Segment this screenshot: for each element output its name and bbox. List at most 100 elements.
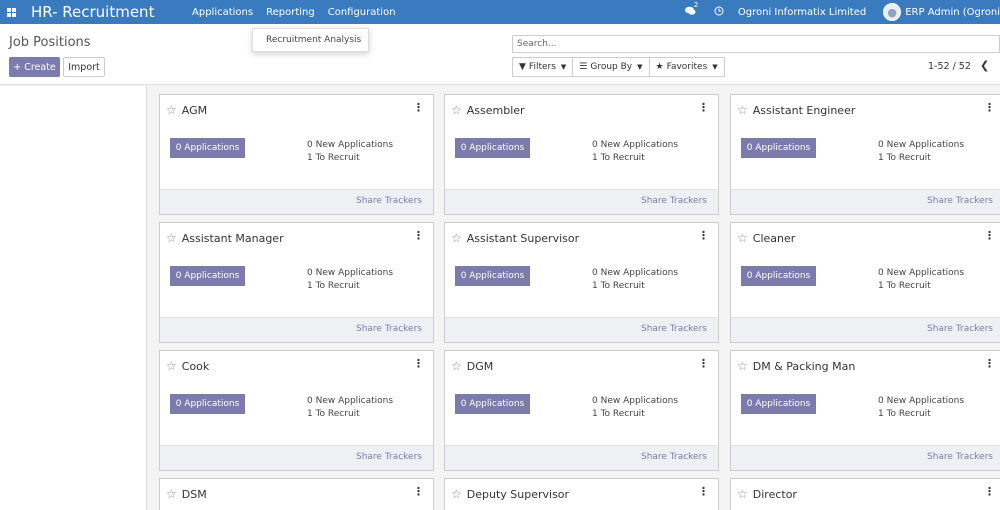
create-button[interactable]: + Create — [9, 57, 60, 77]
job-title[interactable]: DM & Packing Man — [753, 360, 856, 373]
main-menu: Applications Reporting Configuration — [192, 7, 409, 18]
star-icon[interactable]: ☆ — [451, 359, 462, 373]
new-applications-link[interactable]: 0 New Applications — [592, 139, 678, 152]
grid-icon[interactable] — [0, 0, 22, 24]
job-title[interactable]: Deputy Supervisor — [467, 488, 569, 501]
job-title[interactable]: Director — [753, 488, 797, 501]
more-options-icon[interactable]: ⋮ — [984, 485, 995, 498]
job-card[interactable]: ☆ Assembler ⋮ 0 Applications 0 New Applic… — [444, 94, 719, 215]
star-icon[interactable]: ☆ — [166, 103, 177, 117]
job-card[interactable]: ☆ Assistant Supervisor ⋮ 0 Applications 0… — [444, 222, 719, 343]
more-options-icon[interactable]: ⋮ — [413, 101, 424, 114]
job-card[interactable]: ☆ DGM ⋮ 0 Applications 0 New Applications… — [444, 350, 719, 471]
more-options-icon[interactable]: ⋮ — [413, 485, 424, 498]
job-card[interactable]: ☆ Assistant Engineer ⋮ 0 Applications 0 N… — [730, 94, 1000, 215]
job-title[interactable]: AGM — [182, 104, 207, 117]
share-trackers-link[interactable]: Share Trackers — [356, 452, 422, 462]
groupby-button[interactable]: ☰ Group By ▼ — [572, 57, 650, 77]
card-title-wrap: ☆ DM & Packing Man — [737, 359, 855, 373]
job-title[interactable]: Cleaner — [753, 232, 796, 245]
pager-value[interactable]: 1-52 / 52 — [928, 61, 971, 72]
clock-icon[interactable] — [714, 6, 724, 19]
applications-button[interactable]: 0 Applications — [741, 138, 816, 158]
new-applications-link[interactable]: 0 New Applications — [592, 267, 678, 280]
search-input[interactable]: Search... — [512, 35, 1000, 53]
job-card[interactable]: ☆ Assistant Manager ⋮ 0 Applications 0 Ne… — [159, 222, 434, 343]
filters-button[interactable]: ▼ Filters ▼ — [512, 57, 574, 77]
star-icon[interactable]: ☆ — [451, 487, 462, 501]
star-icon[interactable]: ☆ — [451, 103, 462, 117]
card-footer: Share Trackers — [160, 189, 433, 214]
star-icon[interactable]: ☆ — [737, 231, 748, 245]
chevron-left-icon[interactable]: ❮ — [980, 59, 989, 72]
share-trackers-link[interactable]: Share Trackers — [927, 452, 993, 462]
applications-button[interactable]: 0 Applications — [741, 266, 816, 286]
share-trackers-link[interactable]: Share Trackers — [641, 324, 707, 334]
user-menu[interactable]: ERP Admin (Ogroni — [905, 7, 1000, 18]
new-applications-link[interactable]: 0 New Applications — [307, 267, 393, 280]
card-footer: Share Trackers — [160, 445, 433, 470]
star-icon[interactable]: ☆ — [166, 359, 177, 373]
menu-configuration[interactable]: Configuration — [328, 7, 396, 18]
job-title[interactable]: DGM — [467, 360, 494, 373]
job-title[interactable]: Assistant Manager — [182, 232, 284, 245]
star-icon[interactable]: ☆ — [737, 487, 748, 501]
job-card[interactable]: ☆ Director ⋮ — [730, 478, 1000, 510]
new-applications-link[interactable]: 0 New Applications — [307, 395, 393, 408]
job-card[interactable]: ☆ Deputy Supervisor ⋮ — [444, 478, 719, 510]
job-title[interactable]: Assembler — [467, 104, 525, 117]
share-trackers-link[interactable]: Share Trackers — [641, 452, 707, 462]
job-card[interactable]: ☆ Cook ⋮ 0 Applications 0 New Application… — [159, 350, 434, 471]
caret-down-icon: ▼ — [637, 63, 643, 71]
menu-reporting[interactable]: Reporting — [266, 7, 315, 18]
card-title-wrap: ☆ Cook — [166, 359, 209, 373]
share-trackers-link[interactable]: Share Trackers — [927, 196, 993, 206]
new-applications-link[interactable]: 0 New Applications — [592, 395, 678, 408]
more-options-icon[interactable]: ⋮ — [413, 229, 424, 242]
share-trackers-link[interactable]: Share Trackers — [356, 324, 422, 334]
company-switcher[interactable]: Ogroni Informatix Limited — [738, 7, 866, 18]
share-trackers-link[interactable]: Share Trackers — [927, 324, 993, 334]
star-icon[interactable]: ☆ — [737, 359, 748, 373]
job-title[interactable]: Assistant Supervisor — [467, 232, 579, 245]
star-icon[interactable]: ☆ — [451, 231, 462, 245]
applications-button[interactable]: 0 Applications — [170, 394, 245, 414]
job-card[interactable]: ☆ DM & Packing Man ⋮ 0 Applications 0 New… — [730, 350, 1000, 471]
chat-icon[interactable]: 2 — [684, 1, 698, 19]
new-applications-link[interactable]: 0 New Applications — [878, 395, 964, 408]
job-card[interactable]: ☆ DSM ⋮ — [159, 478, 434, 510]
more-options-icon[interactable]: ⋮ — [698, 229, 709, 242]
new-applications-link[interactable]: 0 New Applications — [307, 139, 393, 152]
job-title[interactable]: Cook — [182, 360, 210, 373]
more-options-icon[interactable]: ⋮ — [413, 357, 424, 370]
job-card[interactable]: ☆ AGM ⋮ 0 Applications 0 New Applications… — [159, 94, 434, 215]
favorites-button[interactable]: ★ Favorites ▼ — [648, 57, 725, 77]
applications-button[interactable]: 0 Applications — [455, 266, 530, 286]
applications-button[interactable]: 0 Applications — [170, 138, 245, 158]
more-options-icon[interactable]: ⋮ — [698, 357, 709, 370]
job-stats: 0 New Applications 1 To Recruit — [307, 267, 393, 293]
star-icon[interactable]: ☆ — [166, 487, 177, 501]
applications-button[interactable]: 0 Applications — [741, 394, 816, 414]
more-options-icon[interactable]: ⋮ — [698, 101, 709, 114]
more-options-icon[interactable]: ⋮ — [984, 357, 995, 370]
avatar[interactable]: ● — [883, 3, 902, 21]
star-icon[interactable]: ☆ — [166, 231, 177, 245]
applications-button[interactable]: 0 Applications — [170, 266, 245, 286]
more-options-icon[interactable]: ⋮ — [984, 101, 995, 114]
star-icon[interactable]: ☆ — [737, 103, 748, 117]
job-title[interactable]: DSM — [182, 488, 207, 501]
new-applications-link[interactable]: 0 New Applications — [878, 139, 964, 152]
share-trackers-link[interactable]: Share Trackers — [641, 196, 707, 206]
applications-button[interactable]: 0 Applications — [455, 394, 530, 414]
import-button[interactable]: Import — [63, 57, 105, 77]
applications-button[interactable]: 0 Applications — [455, 138, 530, 158]
job-card[interactable]: ☆ Cleaner ⋮ 0 Applications 0 New Applicat… — [730, 222, 1000, 343]
menu-item-recruitment-analysis[interactable]: Recruitment Analysis — [266, 35, 361, 45]
share-trackers-link[interactable]: Share Trackers — [356, 196, 422, 206]
menu-applications[interactable]: Applications — [192, 7, 253, 18]
more-options-icon[interactable]: ⋮ — [984, 229, 995, 242]
job-title[interactable]: Assistant Engineer — [753, 104, 856, 117]
new-applications-link[interactable]: 0 New Applications — [878, 267, 964, 280]
more-options-icon[interactable]: ⋮ — [698, 485, 709, 498]
